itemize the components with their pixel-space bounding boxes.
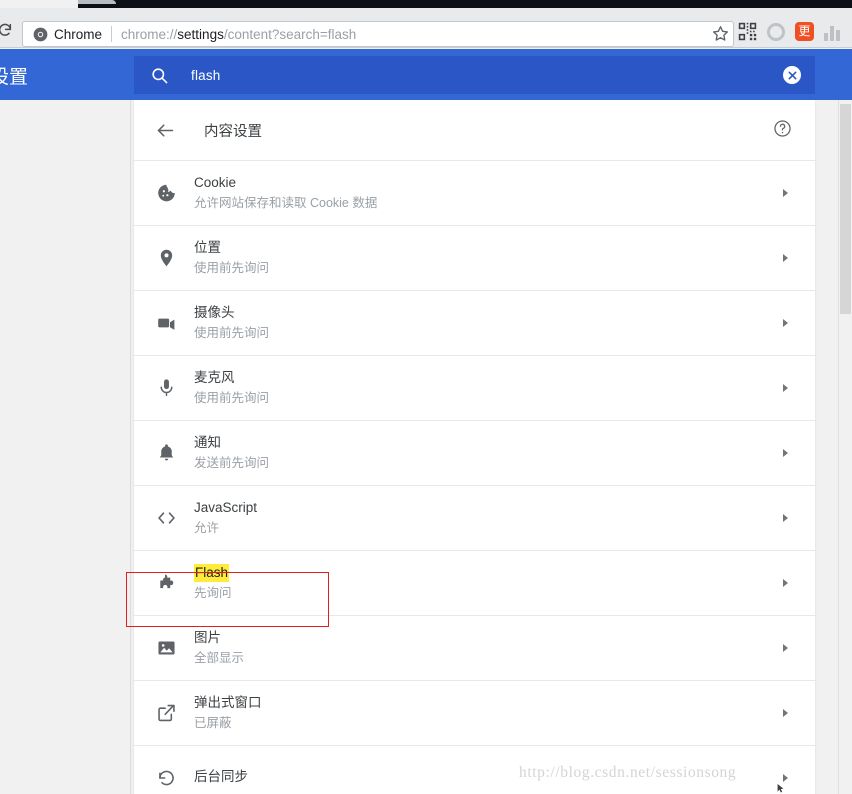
settings-search-box[interactable]: flash [134,56,815,94]
settings-row-subtitle: 已屏蔽 [194,716,232,730]
settings-row-popups[interactable]: 弹出式窗口 已屏蔽 [134,680,815,745]
settings-row-title: 通知 [194,435,221,450]
code-brackets-icon [156,508,177,529]
page-title: 内容设置 [204,123,262,140]
chevron-right-icon [783,514,788,522]
popup-window-icon [156,703,177,724]
help-circle-icon[interactable] [773,119,792,138]
settings-row-location[interactable]: 位置 使用前先询问 [134,225,815,290]
chevron-right-icon [783,644,788,652]
bookmark-star-icon[interactable] [711,24,730,43]
chevron-right-icon [783,189,788,197]
browser-toolbar: Chrome chrome://settings/content?search=… [0,8,852,48]
security-label: Chrome [54,26,103,42]
url-path: /content?search=flash [223,26,357,42]
chrome-logo-icon [33,27,48,42]
address-bar[interactable]: Chrome chrome://settings/content?search=… [22,21,734,47]
settings-row-title: Flash [194,564,230,582]
qr-code-icon[interactable] [738,22,757,41]
location-pin-icon [156,248,177,269]
settings-row-title: JavaScript [194,500,258,515]
card-left-edge [130,100,131,794]
settings-row-text: 位置 使用前先询问 [194,239,269,277]
settings-row-javascript[interactable]: JavaScript 允许 [134,485,815,550]
settings-row-subtitle: 使用前先询问 [194,261,270,275]
mouse-cursor-icon [777,781,784,793]
chevron-right-icon [783,709,788,717]
settings-row-text: 麦克风 使用前先询问 [194,369,269,407]
orange-extension-icon[interactable]: 更 [795,22,814,41]
cookie-icon [156,183,177,204]
settings-row-title: 图片 [194,630,221,645]
settings-row-subtitle: 允许 [194,521,220,535]
settings-row-text: Cookie 允许网站保存和读取 Cookie 数据 [194,174,377,212]
settings-row-title: Cookie [194,175,237,190]
search-input[interactable]: flash [191,68,221,83]
settings-row-subtitle: 先询问 [194,586,232,600]
sync-icon [156,768,177,789]
content-settings-card: 内容设置 Cookie 允许网站保存和读取 Cookie 数据 位置 使用前先询… [126,100,815,794]
settings-row-title: 摄像头 [194,305,235,320]
back-arrow-icon[interactable] [155,120,176,141]
screenshot-root: Chrome chrome://settings/content?search=… [0,0,852,794]
extension-icons: 更 [738,22,843,41]
tab-strip-left-gap [0,0,78,8]
settings-row-subtitle: 允许网站保存和读取 Cookie 数据 [194,196,378,210]
settings-row-cookie[interactable]: Cookie 允许网站保存和读取 Cookie 数据 [134,160,815,225]
clear-x-icon[interactable] [783,66,801,84]
settings-row-subtitle: 使用前先询问 [194,326,270,340]
settings-row-text: Flash 先询问 [194,564,232,602]
settings-row-camera[interactable]: 摄像头 使用前先询问 [134,290,815,355]
settings-row-title: 后台同步 [194,769,248,784]
omnibox-divider [111,26,113,42]
puzzle-piece-icon [156,573,177,594]
bell-icon [156,443,177,464]
settings-row-subtitle: 使用前先询问 [194,391,270,405]
active-tab-stub[interactable] [78,0,116,4]
url-scheme: chrome:// [121,26,178,42]
settings-row-title: 弹出式窗口 [194,695,262,710]
opera-circle-icon[interactable] [767,22,785,41]
settings-row-subtitle: 发送前先询问 [194,456,270,470]
settings-row-text: 后台同步 [194,768,248,788]
camera-icon [156,313,177,334]
chevron-right-icon [783,319,788,327]
settings-row-text: JavaScript 允许 [194,499,257,537]
chevron-right-icon [783,579,788,587]
settings-row-text: 图片 全部显示 [194,629,244,667]
page-left-background [0,100,134,794]
card-header: 内容设置 [134,100,815,160]
chevron-right-icon [783,384,788,392]
settings-row-title-wrap: Flash [194,564,232,582]
settings-row-title: 麦克风 [194,370,235,385]
reload-icon[interactable] [0,22,13,38]
image-icon [156,638,177,659]
settings-row-text: 弹出式窗口 已屏蔽 [194,694,262,732]
settings-row-text: 摄像头 使用前先询问 [194,304,269,342]
settings-row-flash[interactable]: Flash 先询问 [134,550,815,615]
settings-row-text: 通知 发送前先询问 [194,434,269,472]
settings-row-title: 位置 [194,240,221,255]
tab-strip [0,0,852,8]
page-scrollbar-thumb[interactable] [840,104,851,314]
chevron-right-icon [783,449,788,457]
address-bar-url: chrome://settings/content?search=flash [121,27,356,42]
settings-page-title: 设置 [0,67,29,88]
microphone-icon [156,378,177,399]
settings-row-images[interactable]: 图片 全部显示 [134,615,815,680]
url-host: settings [177,26,224,42]
settings-row-microphone[interactable]: 麦克风 使用前先询问 [134,355,815,420]
bar-chart-extension-icon[interactable] [824,22,843,41]
settings-row-subtitle: 全部显示 [194,651,245,665]
watermark-text: http://blog.csdn.net/sessionsong [519,764,737,781]
search-icon [150,66,169,85]
settings-row-notifications[interactable]: 通知 发送前先询问 [134,420,815,485]
chevron-right-icon [783,254,788,262]
